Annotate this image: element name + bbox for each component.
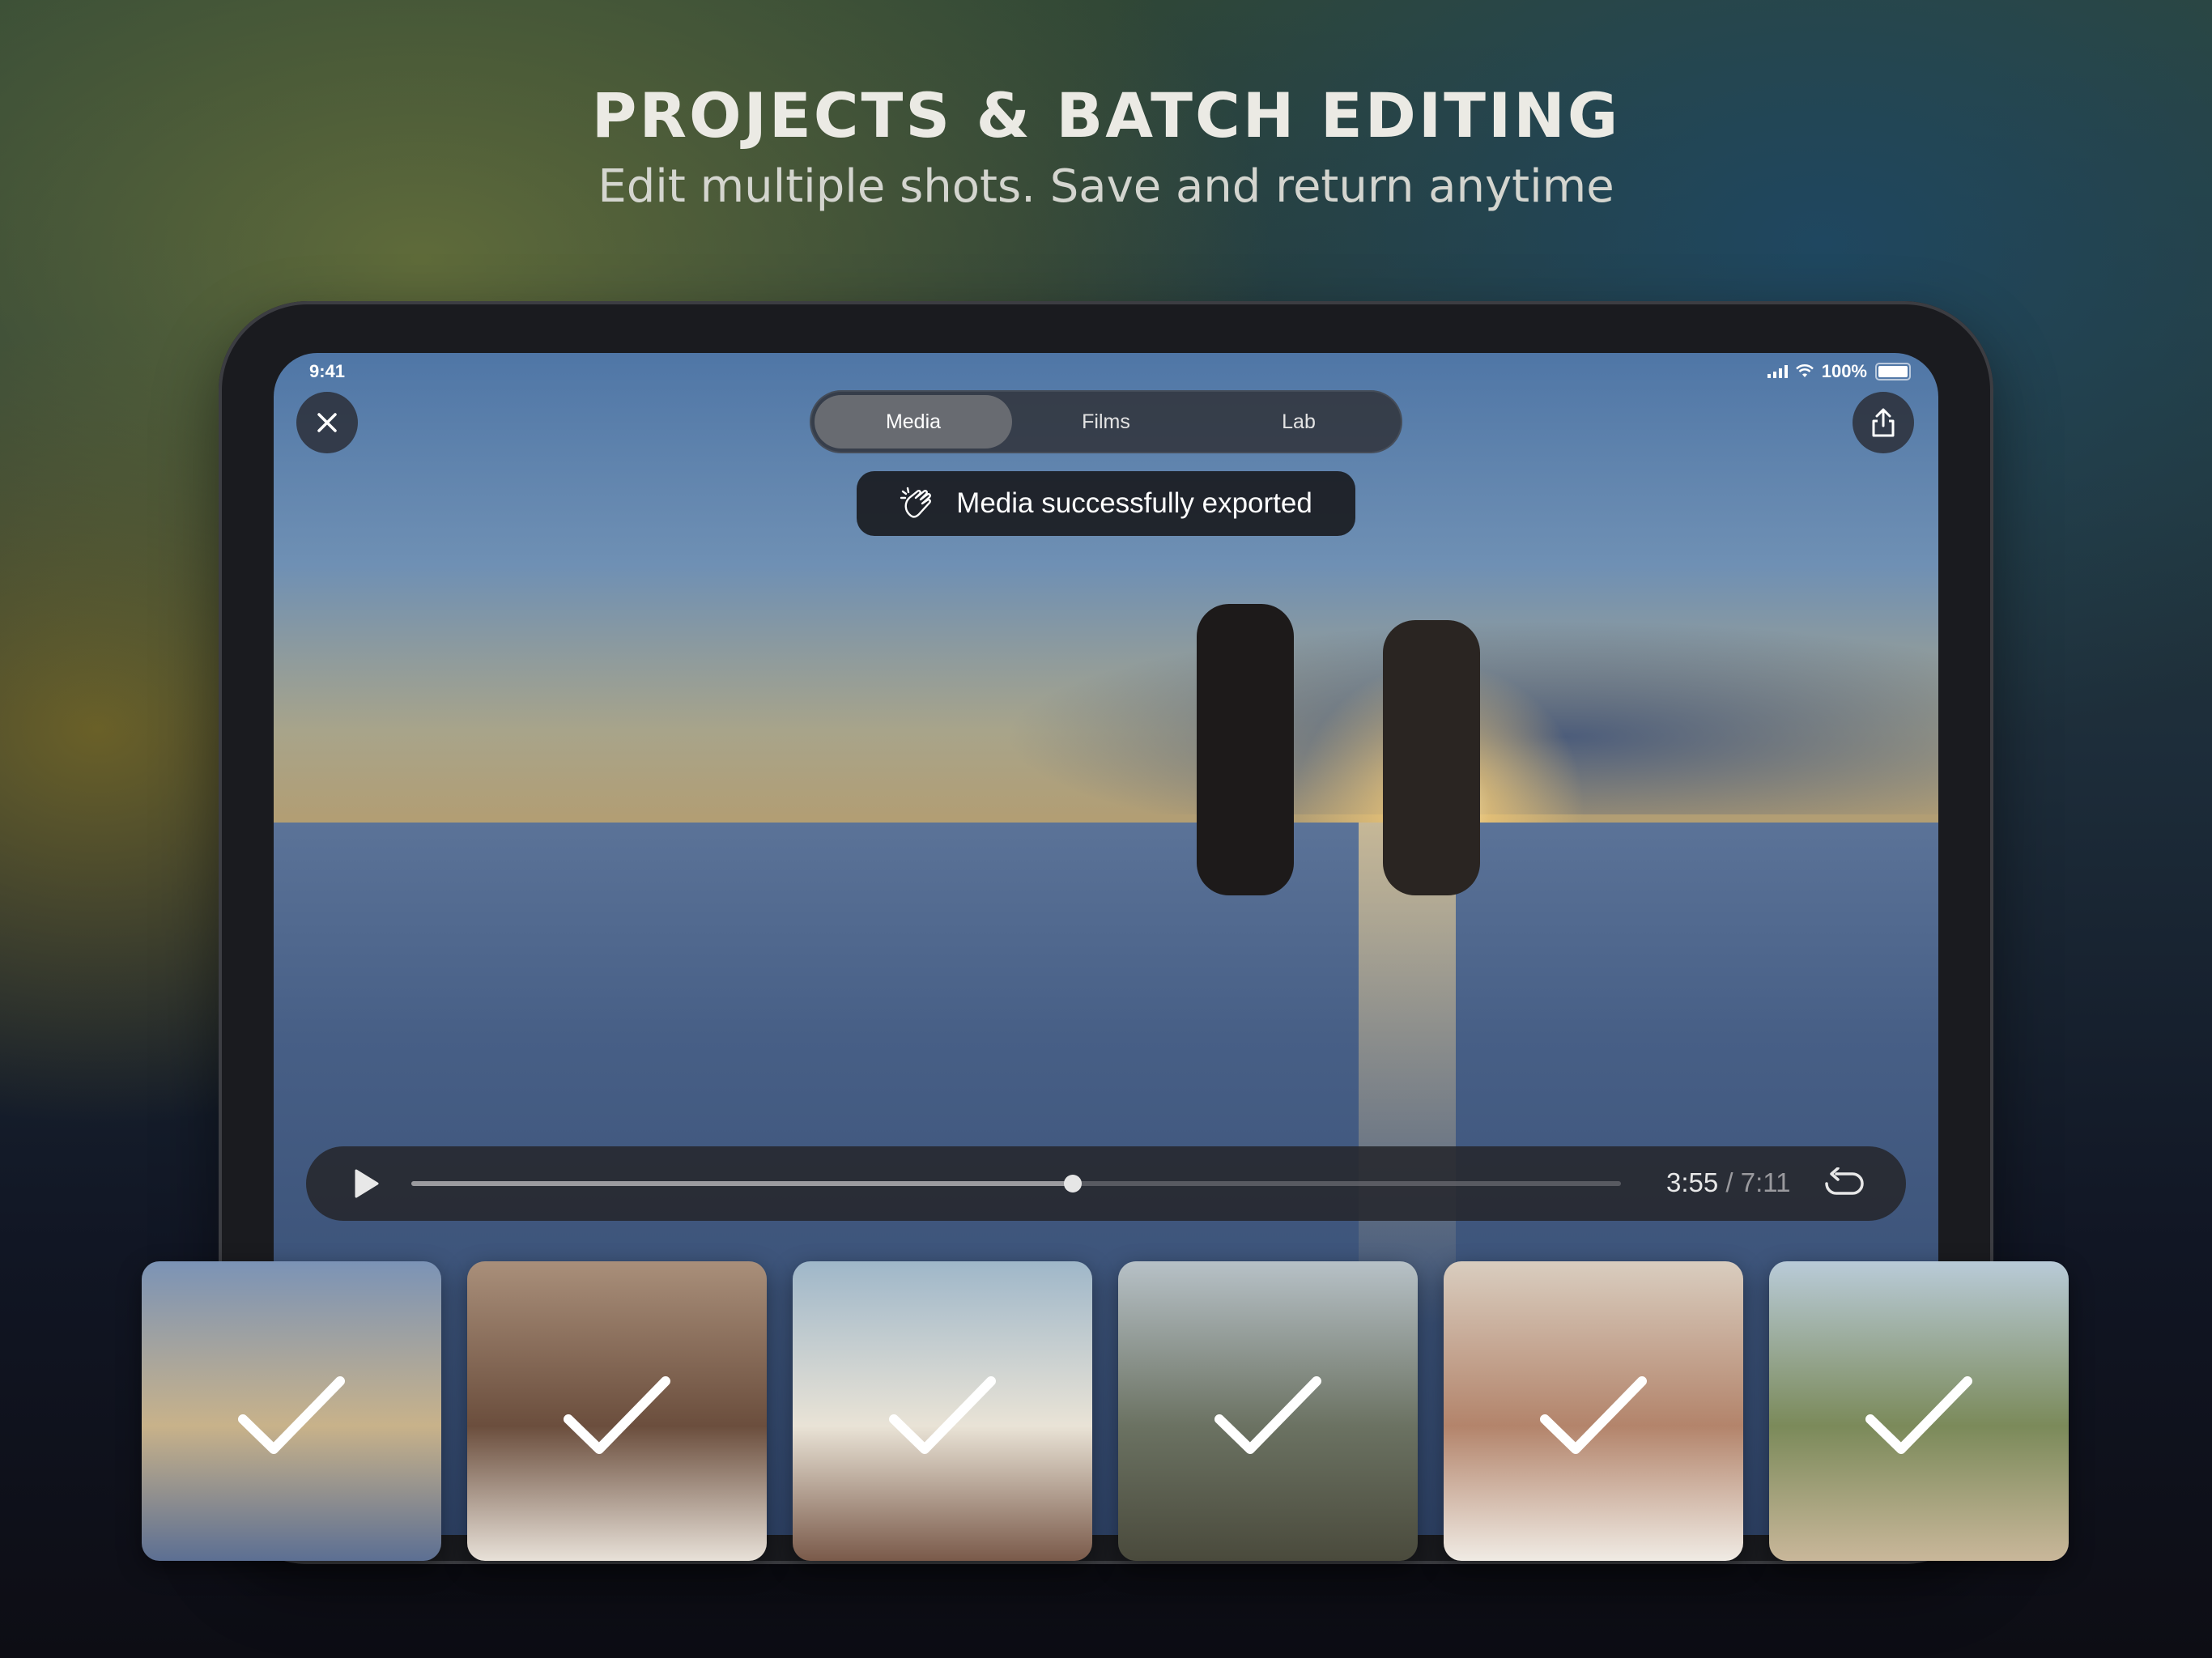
thumbnail-riders-cliff[interactable] [1769,1261,2069,1561]
scene-woman-figure [1383,620,1480,895]
scene-sun-reflection [1359,823,1456,1324]
status-time: 9:41 [309,361,346,381]
battery-percent: 100% [1821,361,1867,381]
signal-icon [1767,365,1788,378]
battery-icon [1875,363,1911,380]
scrubber-progress [411,1181,1073,1186]
clapping-hands-icon [900,487,932,518]
thumbnail-couple-running-sunset[interactable] [142,1261,441,1561]
wifi-icon [1795,364,1814,377]
checkmark-icon [1865,1376,1972,1454]
loop-icon[interactable] [1820,1167,1869,1200]
mode-tabs: Media Films Lab [810,390,1402,453]
scrubber-track[interactable] [411,1175,1621,1192]
checkmark-icon [889,1376,996,1454]
current-time: 3:55 [1666,1167,1719,1197]
tab-lab[interactable]: Lab [1200,395,1397,449]
close-icon [317,413,337,432]
share-icon [1872,408,1895,437]
play-button[interactable] [350,1167,382,1200]
tab-media[interactable]: Media [815,395,1012,449]
subheadline: Edit multiple shots. Save and return any… [598,160,1614,213]
time-separator: / [1725,1167,1733,1197]
tab-films[interactable]: Films [1007,395,1205,449]
scrubber-handle[interactable] [1063,1175,1082,1192]
thumbnail-woman-balloon[interactable] [1118,1261,1418,1561]
checkmark-icon [1214,1376,1321,1454]
headline: PROJECTS & BATCH EDITING [591,79,1621,151]
batch-thumbnails [142,1261,2070,1561]
export-toast: Media successfully exported [857,471,1355,536]
checkmark-icon [238,1376,345,1454]
playback-bar: 3:55 / 7:11 [306,1146,1906,1221]
time-display: 3:55 / 7:11 [1666,1167,1791,1198]
checkmark-icon [1540,1376,1647,1454]
checkmark-icon [564,1376,670,1454]
thumbnail-man-horse-rein[interactable] [793,1261,1092,1561]
thumbnail-couple-rocks[interactable] [467,1261,767,1561]
scene-man-figure [1197,604,1294,895]
thumbnail-hands-bracelet[interactable] [1444,1261,1743,1561]
toast-message: Media successfully exported [956,487,1312,519]
close-button[interactable] [296,392,358,453]
total-time: 7:11 [1740,1167,1791,1197]
share-button[interactable] [1853,392,1914,453]
status-indicators: 100% [1767,361,1911,382]
